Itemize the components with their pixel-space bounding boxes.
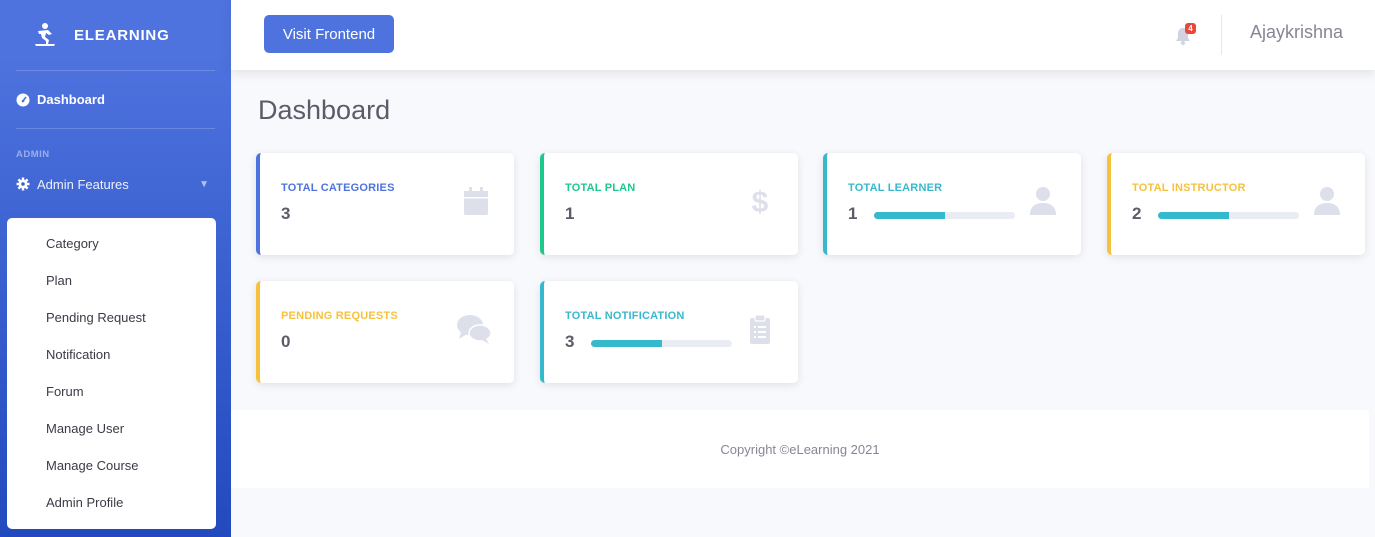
learner-progress-bar: [874, 212, 1015, 219]
submenu-item-notification[interactable]: Notification: [7, 336, 216, 373]
tachometer-icon: [16, 93, 30, 106]
card-value: 1: [565, 204, 575, 223]
visit-frontend-button[interactable]: Visit Frontend: [264, 15, 394, 53]
notification-progress-bar: [591, 340, 732, 347]
cog-icon: [16, 177, 30, 191]
progress-fill: [1158, 212, 1229, 219]
submenu-item-manage-user[interactable]: Manage User: [7, 410, 216, 447]
sidebar-heading: ADMIN: [16, 149, 50, 160]
card-total-plan: TOTAL PLAN 1 $: [540, 153, 798, 255]
card-label: TOTAL NOTIFICATION: [565, 310, 685, 322]
card-label: TOTAL INSTRUCTOR: [1132, 182, 1246, 194]
submenu-item-manage-course[interactable]: Manage Course: [7, 447, 216, 484]
card-value: 1: [848, 204, 858, 223]
sidebar-item-admin-features[interactable]: Admin Features ▼: [0, 167, 231, 201]
card-total-learner: TOTAL LEARNER 1: [823, 153, 1081, 255]
submenu-item-forum[interactable]: Forum: [7, 373, 216, 410]
svg-text:$: $: [752, 186, 769, 217]
progress-fill: [874, 212, 945, 219]
instructor-progress-bar: [1158, 212, 1299, 219]
card-label: PENDING REQUESTS: [281, 310, 398, 322]
card-total-notification: TOTAL NOTIFICATION 3: [540, 281, 798, 383]
submenu-item-admin-profile[interactable]: Admin Profile: [7, 484, 216, 521]
card-value: 0: [281, 332, 291, 351]
user-icon: [1030, 187, 1056, 215]
sidebar: ELEARNING Dashboard ADMIN Admin Features…: [0, 0, 231, 537]
chevron-down-icon: ▼: [199, 178, 209, 190]
copyright-text: Copyright ©eLearning 2021: [720, 441, 880, 457]
user-icon: [1314, 187, 1340, 215]
brand-name: ELEARNING: [74, 26, 170, 44]
card-value: 3: [565, 332, 575, 351]
card-label: TOTAL LEARNER: [848, 182, 943, 194]
sidebar-item-dashboard[interactable]: Dashboard: [0, 71, 231, 128]
footer: Copyright ©eLearning 2021: [231, 410, 1369, 488]
admin-features-submenu: Category Plan Pending Request Notification F…: [7, 218, 216, 529]
dollar-icon: $: [752, 186, 769, 217]
topbar: Visit Frontend 4 Ajaykrishna: [231, 0, 1375, 70]
comments-icon: [457, 315, 492, 344]
calendar-icon: [464, 187, 488, 215]
card-label: TOTAL CATEGORIES: [281, 182, 395, 194]
brand-link[interactable]: ELEARNING: [0, 0, 231, 70]
snowboarder-logo-icon: [35, 23, 55, 46]
card-label: TOTAL PLAN: [565, 182, 636, 194]
page-title: Dashboard: [258, 95, 391, 125]
card-value: 3: [281, 204, 291, 223]
card-pending-requests: PENDING REQUESTS 0: [256, 281, 514, 383]
sidebar-item-label: Dashboard: [37, 92, 105, 107]
progress-fill: [591, 340, 662, 347]
card-value: 2: [1132, 204, 1142, 223]
card-total-instructor: TOTAL INSTRUCTOR 2: [1107, 153, 1365, 255]
clipboard-icon: [750, 314, 770, 344]
submenu-item-category[interactable]: Category: [7, 225, 216, 262]
user-name[interactable]: Ajaykrishna: [1250, 22, 1343, 43]
sidebar-item-label: Admin Features: [37, 176, 129, 192]
card-total-categories: TOTAL CATEGORIES 3: [256, 153, 514, 255]
submenu-item-pending-request[interactable]: Pending Request: [7, 299, 216, 336]
submenu-item-plan[interactable]: Plan: [7, 262, 216, 299]
topbar-divider: [1221, 15, 1222, 55]
notification-badge: 4: [1185, 23, 1196, 34]
